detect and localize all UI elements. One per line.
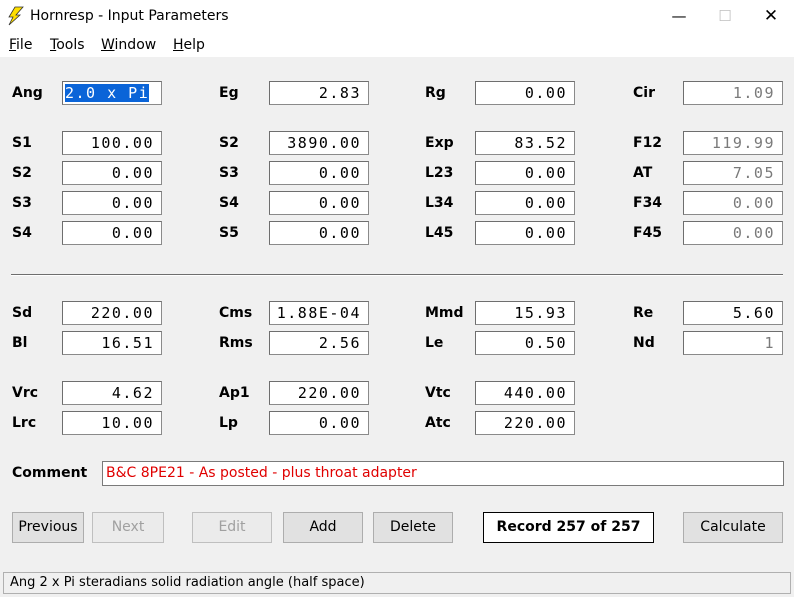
label-f34: F34	[633, 195, 663, 211]
label-le: Le	[425, 335, 444, 351]
label-cms: Cms	[219, 305, 253, 321]
label-eg: Eg	[219, 85, 239, 101]
window-title: Hornresp - Input Parameters	[30, 8, 229, 24]
label-l34: L34	[425, 195, 454, 211]
vrc-field[interactable]: 4.62	[62, 381, 162, 405]
label-re: Re	[633, 305, 654, 321]
edit-button: Edit	[192, 512, 272, 543]
label-f45: F45	[633, 225, 663, 241]
next-button: Next	[92, 512, 164, 543]
l34-field[interactable]: 0.00	[475, 191, 575, 215]
vtc-field[interactable]: 440.00	[475, 381, 575, 405]
label-s5: S5	[219, 225, 239, 241]
label-s3: S3	[12, 195, 32, 211]
label-s4: S4	[12, 225, 32, 241]
lightning-icon	[8, 6, 24, 26]
label-vtc: Vtc	[425, 385, 451, 401]
nd-field: 1	[683, 331, 783, 355]
label-sd: Sd	[12, 305, 33, 321]
s5-field[interactable]: 0.00	[269, 221, 369, 245]
f45-field: 0.00	[683, 221, 783, 245]
close-button[interactable]: ✕	[748, 0, 794, 33]
mmd-field[interactable]: 15.93	[475, 301, 575, 325]
separator	[11, 274, 783, 276]
label-atc: Atc	[425, 415, 451, 431]
s1-field[interactable]: 100.00	[62, 131, 162, 155]
eg-field[interactable]: 2.83	[269, 81, 369, 105]
label-mmd: Mmd	[425, 305, 464, 321]
re-field[interactable]: 5.60	[683, 301, 783, 325]
ang-field[interactable]: 2.0 x Pi	[62, 81, 162, 105]
bl-field[interactable]: 16.51	[62, 331, 162, 355]
comment-field[interactable]: B&C 8PE21 - As posted - plus throat adap…	[102, 461, 784, 486]
exp-field[interactable]: 83.52	[475, 131, 575, 155]
menu-bar: File Tools Window Help	[0, 33, 794, 57]
lrc-field[interactable]: 10.00	[62, 411, 162, 435]
label-s3-col2: S3	[219, 165, 239, 181]
menu-help[interactable]: Help	[173, 37, 205, 53]
previous-button[interactable]: Previous	[12, 512, 84, 543]
menu-file[interactable]: File	[9, 37, 32, 53]
menu-window[interactable]: Window	[101, 37, 156, 53]
ap1-field[interactable]: 220.00	[269, 381, 369, 405]
sd-field[interactable]: 220.00	[62, 301, 162, 325]
delete-button[interactable]: Delete	[373, 512, 453, 543]
label-s2: S2	[12, 165, 32, 181]
s2-field[interactable]: 0.00	[62, 161, 162, 185]
l45-field[interactable]: 0.00	[475, 221, 575, 245]
lp-field[interactable]: 0.00	[269, 411, 369, 435]
s4-field[interactable]: 0.00	[62, 221, 162, 245]
le-field[interactable]: 0.50	[475, 331, 575, 355]
cms-field[interactable]: 1.88E-04	[269, 301, 369, 325]
label-rg: Rg	[425, 85, 446, 101]
atc-field[interactable]: 220.00	[475, 411, 575, 435]
rms-field[interactable]: 2.56	[269, 331, 369, 355]
label-s4-col2: S4	[219, 195, 239, 211]
label-exp: Exp	[425, 135, 454, 151]
cir-field: 1.09	[683, 81, 783, 105]
label-ap1: Ap1	[219, 385, 250, 401]
label-lrc: Lrc	[12, 415, 37, 431]
label-l45: L45	[425, 225, 454, 241]
label-bl: Bl	[12, 335, 28, 351]
label-ang: Ang	[12, 85, 43, 101]
l23-field[interactable]: 0.00	[475, 161, 575, 185]
label-s1: S1	[12, 135, 32, 151]
title-bar: Hornresp - Input Parameters — ☐ ✕	[0, 0, 794, 33]
f12-field: 119.99	[683, 131, 783, 155]
s4-col2-field[interactable]: 0.00	[269, 191, 369, 215]
status-bar: Ang 2 x Pi steradians solid radiation an…	[3, 572, 791, 594]
menu-tools[interactable]: Tools	[50, 37, 85, 53]
label-vrc: Vrc	[12, 385, 39, 401]
label-f12: F12	[633, 135, 663, 151]
s2-col2-field[interactable]: 3890.00	[269, 131, 369, 155]
calculate-button[interactable]: Calculate	[683, 512, 783, 543]
label-rms: Rms	[219, 335, 253, 351]
add-button[interactable]: Add	[283, 512, 363, 543]
label-comment: Comment	[12, 465, 88, 481]
label-cir: Cir	[633, 85, 655, 101]
label-l23: L23	[425, 165, 454, 181]
maximize-button[interactable]: ☐	[702, 0, 748, 33]
label-nd: Nd	[633, 335, 655, 351]
label-lp: Lp	[219, 415, 238, 431]
s3-col2-field[interactable]: 0.00	[269, 161, 369, 185]
f34-field: 0.00	[683, 191, 783, 215]
label-at: AT	[633, 165, 653, 181]
record-indicator: Record 257 of 257	[483, 512, 654, 543]
at-field: 7.05	[683, 161, 783, 185]
rg-field[interactable]: 0.00	[475, 81, 575, 105]
minimize-button[interactable]: —	[656, 0, 702, 33]
label-s2-col2: S2	[219, 135, 239, 151]
s3-field[interactable]: 0.00	[62, 191, 162, 215]
